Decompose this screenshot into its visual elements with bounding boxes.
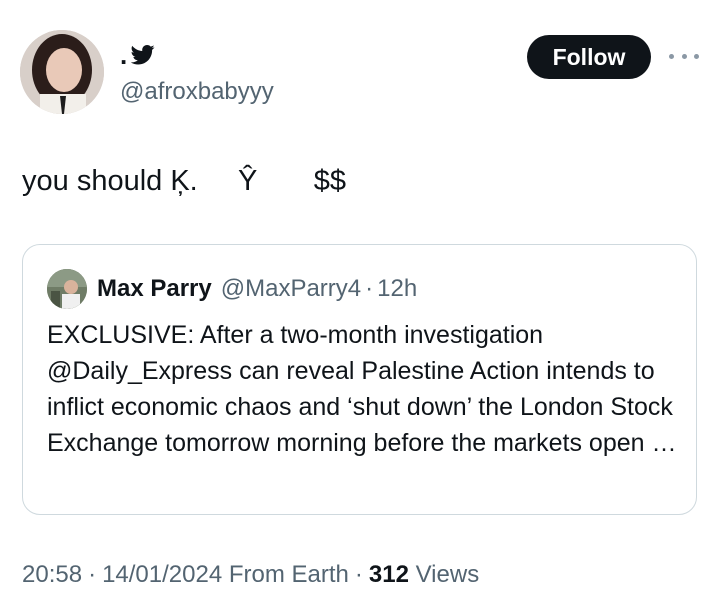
quoted-tweet-time[interactable]: 12h: [377, 275, 417, 303]
user-handle[interactable]: @afroxbabyyy: [120, 78, 274, 106]
dot: [669, 53, 674, 59]
quoted-tweet-avatar[interactable]: [47, 269, 87, 309]
tweet-text: you should Ķ. Ŷ $$: [22, 165, 347, 197]
dot: [681, 53, 687, 59]
separator-dot: ·: [88, 561, 97, 588]
separator-dot: ·: [354, 561, 363, 588]
dot: [694, 53, 699, 59]
tweet-date[interactable]: 14/01/2024: [102, 561, 222, 588]
quoted-tweet-card[interactable]: Max Parry @MaxParry4 · 12h EXCLUSIVE: Af…: [22, 244, 697, 515]
tweet-source: From Earth: [228, 561, 349, 588]
more-horizontal-icon[interactable]: [669, 48, 699, 64]
avatar[interactable]: [20, 30, 104, 114]
views-count[interactable]: 312: [369, 561, 409, 588]
tweet-meta: 20:58 · 14/01/2024 From Earth · 312 Views: [22, 559, 479, 591]
quoted-tweet-header: Max Parry @MaxParry4 · 12h: [47, 269, 417, 309]
quoted-author-name[interactable]: Max Parry: [97, 275, 212, 303]
quoted-author-handle[interactable]: @MaxParry4: [221, 275, 361, 303]
follow-button[interactable]: Follow: [527, 35, 651, 79]
separator-dot: ·: [365, 275, 374, 302]
quoted-tweet-text: EXCLUSIVE: After a two-month investigati…: [47, 321, 677, 457]
twitter-bird-icon: [131, 44, 155, 66]
display-name[interactable]: .: [120, 40, 155, 70]
tweet-time[interactable]: 20:58: [22, 561, 82, 588]
display-name-text: .: [120, 40, 128, 70]
views-label: Views: [415, 561, 480, 588]
